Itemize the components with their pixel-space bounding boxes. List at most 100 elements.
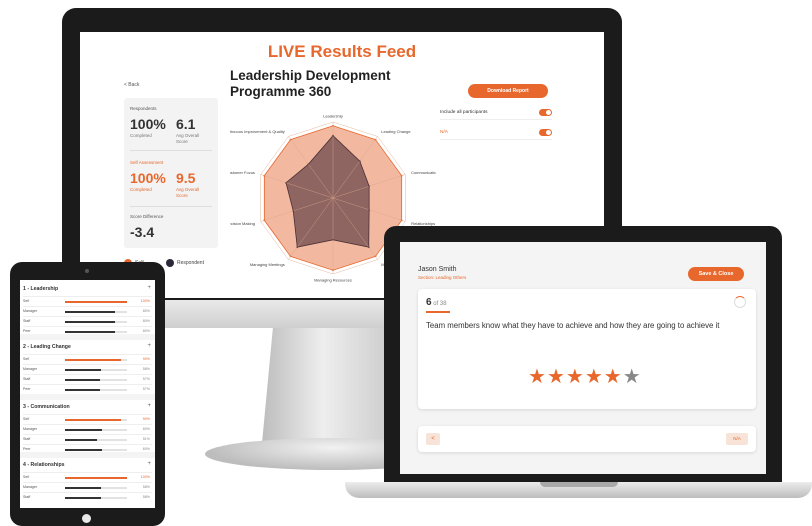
score-track [65, 477, 127, 479]
participant-name: Jason Smith [418, 266, 457, 273]
score-bar [65, 379, 101, 381]
respondents-completed-label: Completed [130, 133, 152, 138]
score-bar [65, 369, 101, 371]
score-row: Manager 58% [23, 364, 152, 373]
row-label: Staff [23, 495, 31, 499]
row-label: Peer [23, 447, 31, 451]
save-close-button[interactable]: Save & Close [688, 267, 744, 281]
expand-plus-icon[interactable]: + [147, 343, 151, 349]
score-bar [65, 439, 97, 441]
include-all-participants-option: Include all participants [440, 106, 552, 120]
previous-button[interactable]: < [426, 433, 440, 445]
option-label: Include all participants [440, 110, 488, 115]
score-bar [65, 419, 121, 421]
score-percent: 57% [142, 377, 150, 381]
respondents-label: Respondents [130, 106, 157, 111]
star-rating: ★ ★ ★ ★ ★ ★ [528, 367, 641, 387]
tablet-screen: 1 - Leadership + Self 100% Manager 80% Staff 80… [20, 280, 155, 508]
score-row: Staff 58% [23, 492, 152, 501]
star-icon[interactable]: ★ [528, 367, 546, 387]
score-percent: 80% [142, 319, 150, 323]
star-icon[interactable]: ★ [547, 367, 565, 387]
score-row: Self 90% [23, 414, 152, 423]
report-title: Leadership Development Programme 360 [230, 68, 391, 99]
row-label: Staff [23, 437, 31, 441]
score-track [65, 439, 127, 441]
score-bar [65, 389, 101, 391]
section-title: 4 - Relationships [23, 462, 65, 468]
score-row: Peer 57% [23, 384, 152, 393]
include-all-toggle[interactable] [539, 109, 552, 116]
option-label: N/A [440, 130, 448, 135]
back-link[interactable]: < Back [124, 82, 139, 88]
score-percent: 57% [142, 387, 150, 391]
score-bar [65, 497, 101, 499]
score-track [65, 497, 127, 499]
marketing-composite: LIVE Results Feed < Back Leadership Deve… [0, 0, 812, 526]
score-difference: -3.4 [130, 224, 155, 240]
laptop-notch [540, 482, 618, 487]
na-toggle[interactable] [539, 129, 552, 136]
score-track [65, 311, 127, 313]
score-percent: 51% [142, 437, 150, 441]
score-track [65, 301, 127, 303]
section-divider [20, 394, 155, 400]
score-track [65, 321, 127, 323]
score-track [65, 331, 127, 333]
score-row: Manager 80% [23, 306, 152, 315]
download-report-button[interactable]: Download Report [468, 84, 548, 98]
row-label: Manager [23, 367, 38, 371]
na-button[interactable]: N/A [726, 433, 748, 445]
divider [130, 206, 212, 207]
expand-plus-icon[interactable]: + [147, 461, 151, 467]
score-track [65, 429, 127, 431]
score-bar [65, 477, 127, 479]
score-bar [65, 449, 103, 451]
score-track [65, 419, 127, 421]
section-divider [20, 452, 155, 458]
star-icon[interactable]: ★ [623, 367, 641, 387]
score-bar [65, 359, 121, 361]
expand-plus-icon[interactable]: + [147, 285, 151, 291]
score-percent: 60% [142, 427, 150, 431]
row-label: Self [23, 357, 30, 361]
score-row: Manager 60% [23, 424, 152, 433]
row-label: Self [23, 475, 30, 479]
row-label: Manager [23, 309, 38, 313]
respondents-completed: 100% [130, 116, 166, 132]
question-nav: < N/A [418, 426, 756, 452]
score-track [65, 379, 127, 381]
radar-axis-label: Managing Meetings [250, 262, 285, 267]
home-button[interactable] [82, 514, 91, 523]
star-icon[interactable]: ★ [585, 367, 603, 387]
camera-icon [85, 269, 89, 273]
stats-card: Respondents 100% Completed 6.1 Avg Overa… [124, 98, 218, 248]
score-bar [65, 321, 115, 323]
row-label: Manager [23, 427, 38, 431]
star-icon[interactable]: ★ [566, 367, 584, 387]
row-label: Manager [23, 485, 38, 489]
section-label: Section: Leading Others [418, 275, 467, 280]
counter-underline [426, 311, 450, 313]
laptop-device: Jason Smith Section: Leading Others Save… [384, 226, 782, 488]
respondents-avg-label: Avg Overall Score [176, 133, 200, 144]
tablet-device: 1 - Leadership + Self 100% Manager 80% Staff 80… [10, 262, 165, 526]
score-track [65, 369, 127, 371]
na-option: N/A [440, 126, 552, 140]
star-icon[interactable]: ★ [604, 367, 622, 387]
radar-axis-label: Leadership [323, 113, 344, 118]
expand-plus-icon[interactable]: + [147, 403, 151, 409]
score-percent: 80% [142, 329, 150, 333]
radar-axis-label: Decision Making [230, 221, 255, 226]
score-bar [65, 429, 103, 431]
score-percent: 90% [142, 357, 150, 361]
self-avg: 9.5 [176, 170, 196, 186]
row-label: Peer [23, 329, 31, 333]
score-percent: 90% [142, 417, 150, 421]
radar-axis-label: Managing Resources [314, 278, 352, 283]
section-title: 3 - Communication [23, 404, 70, 410]
score-row: Self 90% [23, 354, 152, 363]
question-text: Team members know what they have to achi… [426, 321, 720, 330]
progress-ring-icon [734, 296, 746, 308]
score-track [65, 359, 127, 361]
